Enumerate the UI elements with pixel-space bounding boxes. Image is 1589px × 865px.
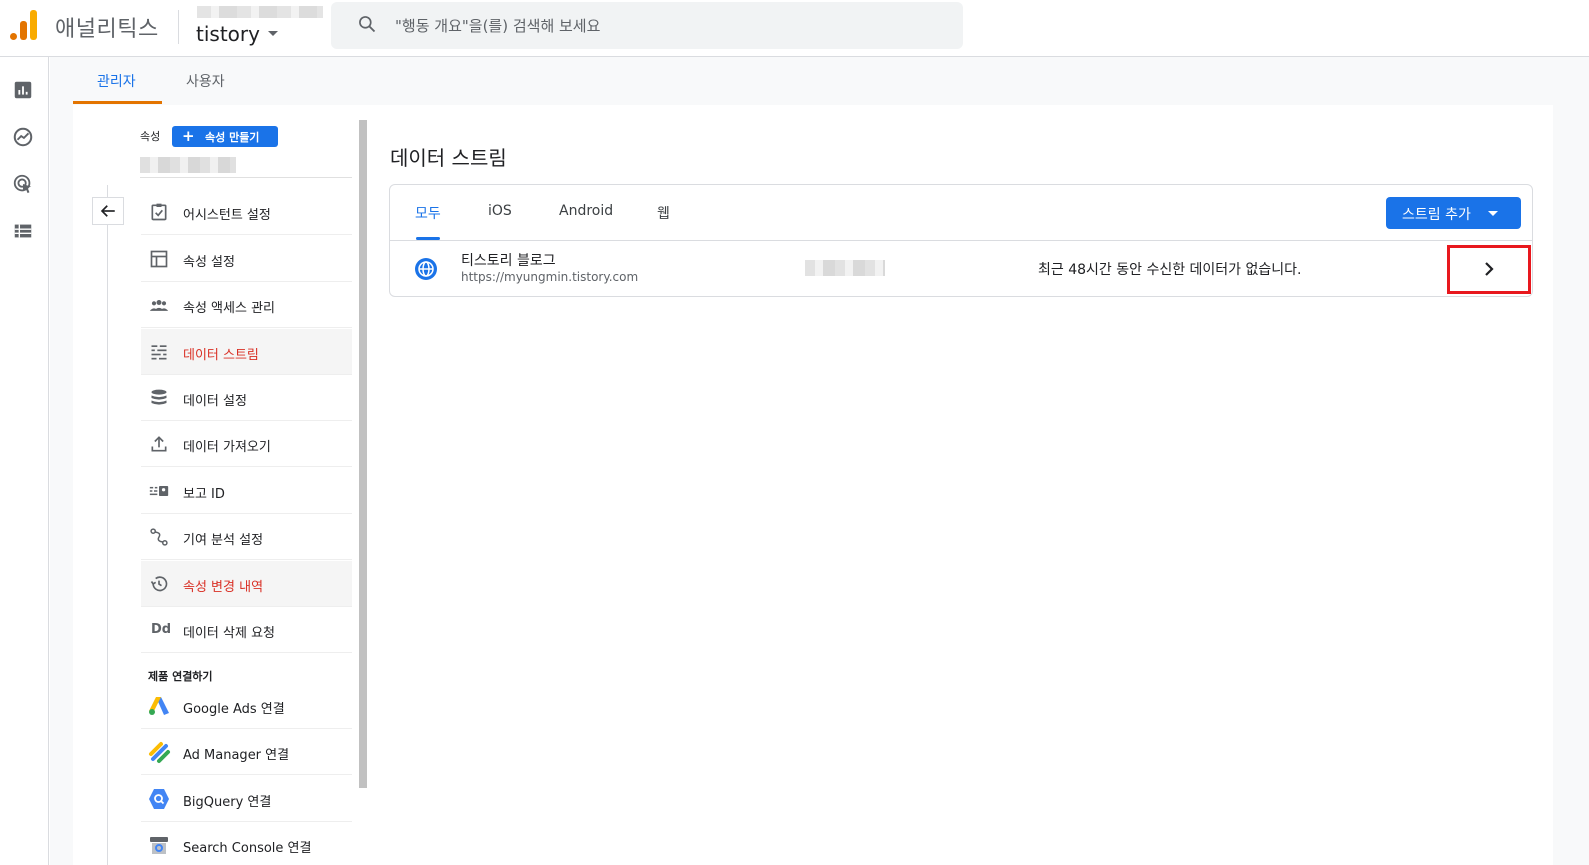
tab-ios[interactable]: iOS [488, 203, 512, 219]
stream-url: https://myungmin.tistory.com [461, 270, 639, 284]
tab-web[interactable]: 웹 [657, 203, 670, 223]
nav-item-attribution-settings[interactable]: 기여 분석 설정 [141, 514, 352, 560]
caret-down-icon[interactable] [268, 31, 278, 36]
stream-status: 최근 48시간 동안 수신한 데이터가 없습니다. [1038, 262, 1302, 278]
nav-item-ad-manager[interactable]: Ad Manager 연결 [141, 729, 352, 775]
nav-item-data-settings[interactable]: 데이터 설정 [141, 375, 352, 421]
property-label: 속성 [140, 130, 161, 143]
caret-down-icon [1488, 211, 1498, 216]
google-ads-icon [149, 697, 169, 715]
property-separator [140, 177, 352, 178]
nav-item-data-import[interactable]: 데이터 가져오기 [141, 421, 352, 467]
back-column-line [107, 185, 108, 865]
layout-icon [150, 250, 168, 268]
attribution-icon [150, 528, 168, 546]
plus-icon: + [182, 127, 195, 145]
left-rail [0, 57, 49, 865]
database-icon [151, 389, 167, 405]
people-icon [149, 300, 169, 311]
checklist-icon [151, 203, 167, 221]
tab-all[interactable]: 모두 [415, 203, 441, 223]
tab-admin-underline [73, 101, 162, 104]
page-title: 데이터 스트림 [390, 146, 507, 170]
create-property-button[interactable]: + 속성 만들기 [172, 126, 278, 147]
bigquery-icon [149, 789, 169, 809]
header-divider [178, 10, 179, 44]
add-stream-button[interactable]: 스트림 추가 [1386, 197, 1521, 229]
app-name: 애널리틱스 [55, 17, 159, 42]
nav-item-data-deletion[interactable]: Dd 데이터 삭제 요청 [141, 607, 352, 653]
analytics-logo-icon[interactable] [10, 10, 38, 40]
streams-icon [151, 345, 167, 360]
configure-icon[interactable] [12, 220, 34, 242]
reports-icon[interactable] [12, 79, 34, 101]
account-path-blurred [197, 6, 323, 18]
tab-android[interactable]: Android [559, 203, 613, 219]
stream-id-blurred [805, 260, 885, 276]
tab-user[interactable]: 사용자 [186, 71, 225, 91]
data-streams-card: 모두 iOS Android 웹 스트림 추가 티스토리 블로그 https:/… [389, 184, 1533, 297]
ad-manager-icon [149, 742, 170, 763]
history-icon [150, 576, 168, 592]
stream-name[interactable]: 티스토리 블로그 [461, 250, 556, 270]
tab-admin[interactable]: 관리자 [97, 71, 136, 91]
dd-icon: Dd [151, 622, 172, 637]
search-console-icon [150, 837, 168, 854]
top-bar: 애널리틱스 tistory "행동 개요"을(를) 검색해 보세요 [0, 0, 1589, 57]
chevron-right-icon [1485, 262, 1494, 276]
search-icon [359, 16, 376, 33]
nav-item-property-settings[interactable]: 속성 설정 [141, 236, 352, 282]
nav-item-bigquery[interactable]: BigQuery 연결 [141, 776, 352, 822]
product-links-label: 제품 연결하기 [148, 670, 213, 683]
nav-item-access-management[interactable]: 속성 액세스 관리 [141, 282, 352, 328]
advertising-icon[interactable] [12, 173, 34, 195]
nav-item-assistant-settings[interactable]: 어시스턴트 설정 [141, 189, 352, 235]
stream-open-button[interactable] [1447, 245, 1531, 294]
id-icon [149, 486, 169, 496]
account-selector[interactable]: tistory [196, 22, 260, 46]
nav-item-change-history[interactable]: 속성 변경 내역 [141, 561, 352, 607]
search-input[interactable]: "행동 개요"을(를) 검색해 보세요 [395, 15, 600, 36]
nav-item-data-streams[interactable]: 데이터 스트림 [141, 329, 352, 375]
card-separator [390, 240, 1532, 241]
explore-icon[interactable] [12, 126, 34, 148]
globe-icon [415, 258, 437, 280]
nav-item-reporting-id[interactable]: 보고 ID [141, 468, 352, 514]
upload-icon [151, 436, 167, 452]
back-button[interactable] [92, 197, 124, 225]
nav-item-google-ads[interactable]: Google Ads 연결 [141, 683, 352, 729]
sidebar-scrollbar[interactable] [359, 120, 367, 788]
property-name-blurred [140, 157, 236, 173]
arrow-left-icon [100, 205, 115, 217]
nav-item-search-console[interactable]: Search Console 연결 [141, 822, 352, 865]
